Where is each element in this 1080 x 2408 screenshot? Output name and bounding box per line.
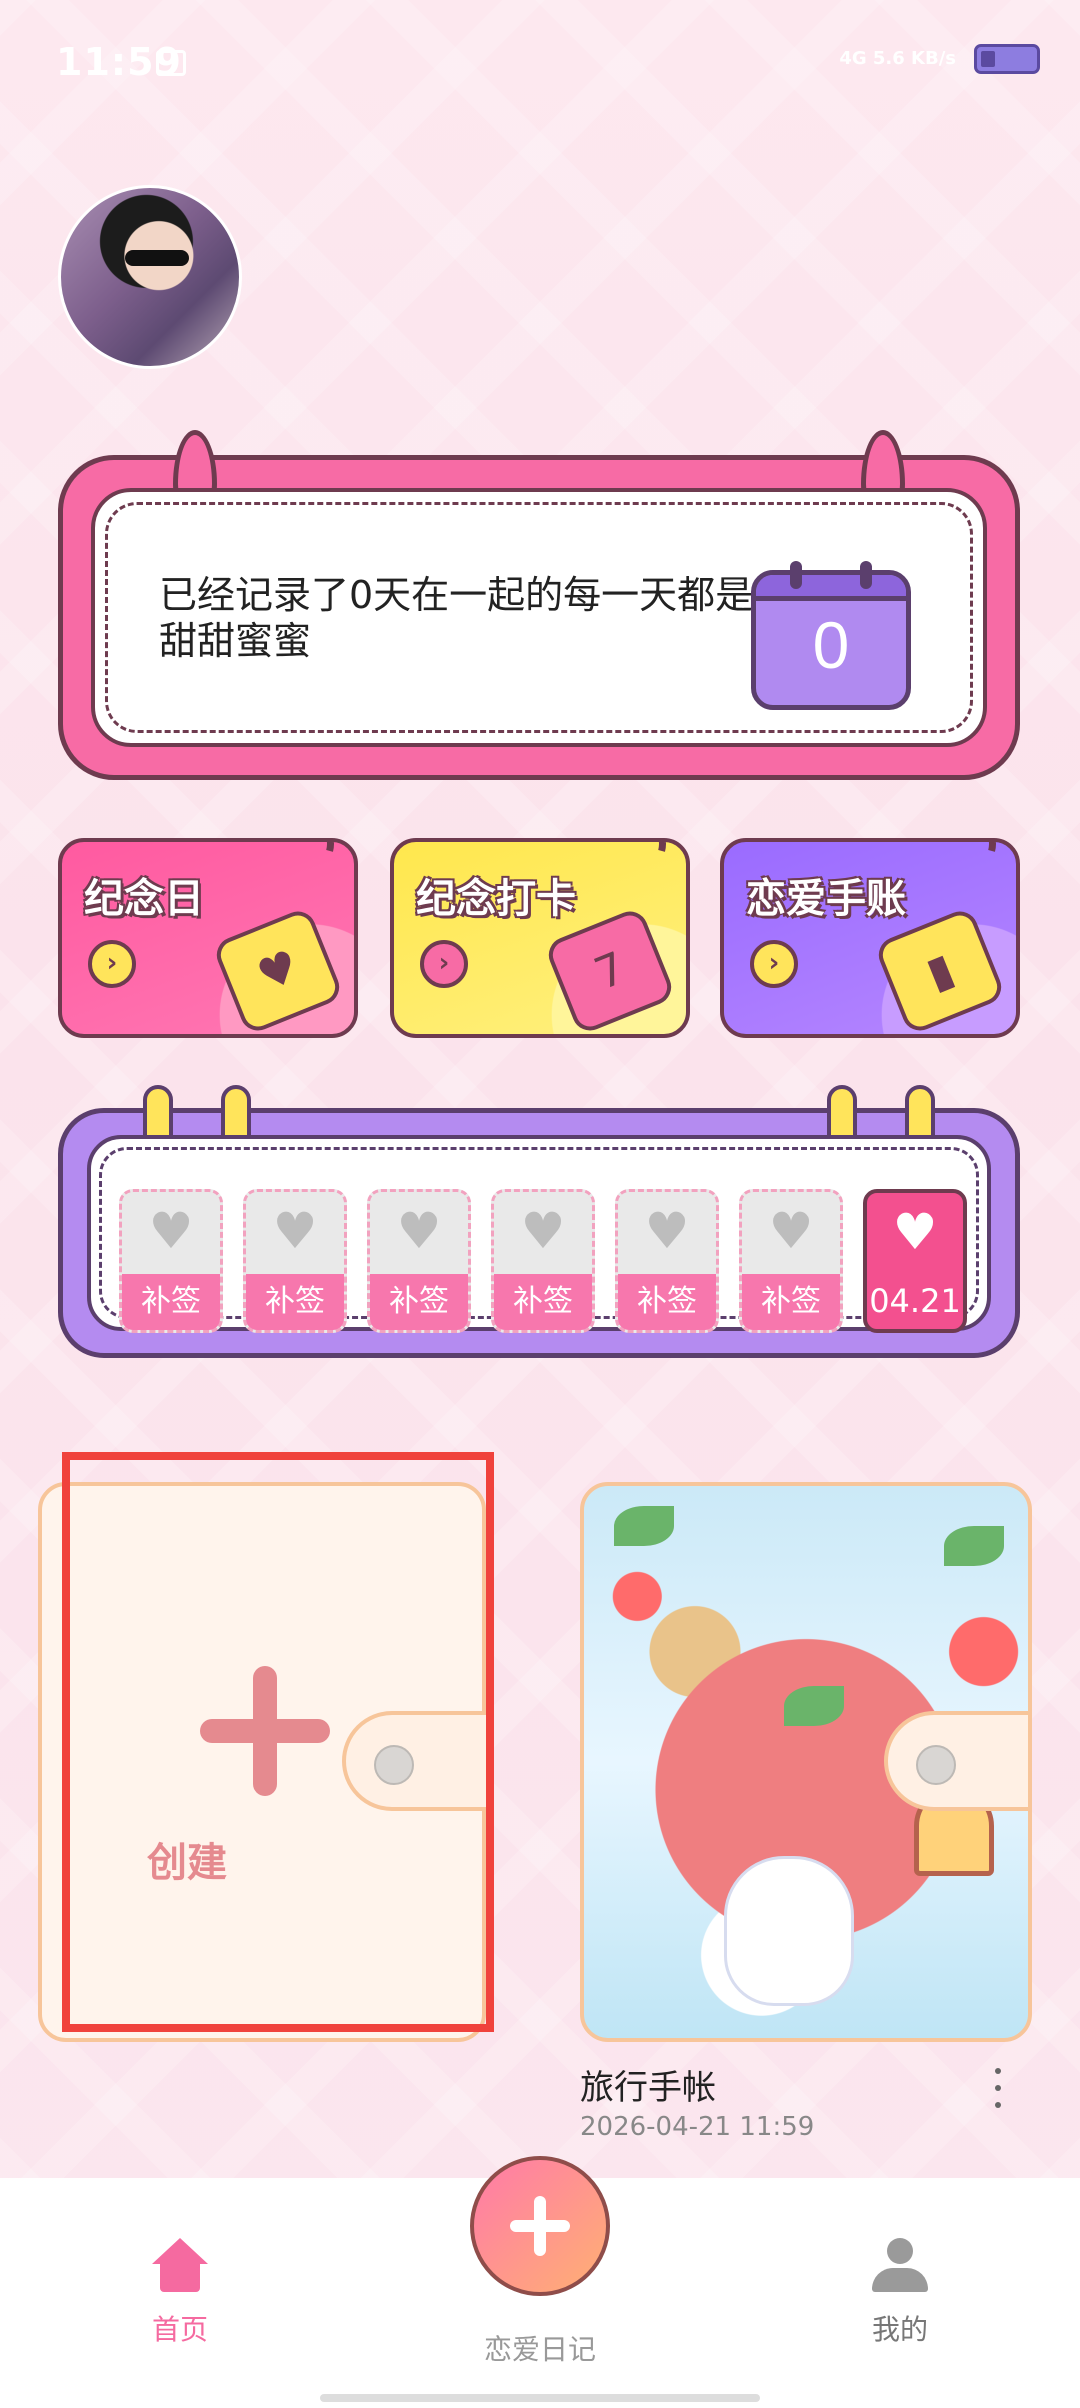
add-diary-button[interactable] <box>470 2156 610 2296</box>
create-notebook-button[interactable]: 创建 <box>38 1482 492 2042</box>
network-speed: 4G 5.6 KB/s <box>839 48 956 69</box>
status-bar: 11:59 4G 5.6 KB/s <box>0 0 1080 120</box>
notebook-date: 2026-04-21 11:59 <box>580 2112 815 2142</box>
heart-icon: ♥ <box>396 1202 442 1260</box>
makeup-label: 补签 <box>742 1274 840 1330</box>
makeup-label: 补签 <box>246 1274 344 1330</box>
leaf-decoration <box>614 1506 674 1546</box>
makeup-label: 补签 <box>122 1274 220 1330</box>
leaf-decoration <box>944 1526 1004 1566</box>
today-date: 04.21 <box>869 1282 961 1320</box>
avatar-glasses <box>125 250 189 266</box>
makeup-label: 补签 <box>618 1274 716 1330</box>
checkin-days: ♥ 补签 ♥ 补签 ♥ 补签 ♥ 补签 ♥ 补签 ♥ 补签 ♥ 04.21 <box>119 1189 967 1333</box>
nav-home-label: 首页 <box>151 2313 208 2346</box>
clasp-button <box>916 1745 956 1785</box>
nav-diary-label: 恋爱日记 <box>483 2333 596 2366</box>
calendar-7-icon: 7 <box>543 906 677 1034</box>
nav-me-label: 我的 <box>871 2313 928 2346</box>
makeup-checkin-button[interactable]: ♥ 补签 <box>119 1189 223 1333</box>
calendar-header <box>756 575 906 601</box>
chevron-right-icon: › <box>420 940 468 988</box>
more-options-icon[interactable] <box>988 2068 1008 2108</box>
makeup-label: 补签 <box>370 1274 468 1330</box>
avatar[interactable] <box>58 185 242 369</box>
love-journal-tile[interactable]: 恋爱手账 › ▮ <box>720 838 1020 1038</box>
home-indicator <box>320 2394 760 2402</box>
notebook-clasp <box>342 1711 492 1811</box>
notebook-glyph: ▮ <box>919 943 961 1000</box>
chevron-right-icon: › <box>88 940 136 988</box>
tile-hook <box>263 842 345 885</box>
heart-icon: ♥ <box>644 1202 690 1260</box>
heart-glyph: ♥ <box>250 940 307 1003</box>
home-icon <box>152 2238 208 2294</box>
days-together-card[interactable]: 已经记录了0天在一起的每一天都是甜甜蜜蜜 0 <box>58 430 1020 780</box>
checkin-title: 纪念打卡 <box>416 876 576 922</box>
anniversary-tile[interactable]: 纪念日 › ♥ <box>58 838 358 1038</box>
nav-diary[interactable]: 恋爱日记 <box>440 2328 640 2368</box>
heart-icon: ♥ <box>272 1202 318 1260</box>
heart-icon: ♥ <box>768 1202 814 1260</box>
calendar-glyph: 7 <box>587 942 633 1001</box>
heart-icon: ♥ <box>520 1202 566 1260</box>
heart-calendar-icon: ♥ <box>211 906 345 1034</box>
makeup-checkin-button[interactable]: ♥ 补签 <box>243 1189 347 1333</box>
makeup-checkin-button[interactable]: ♥ 补签 <box>615 1189 719 1333</box>
chevron-right-icon: › <box>750 940 798 988</box>
sim-icon <box>156 50 186 76</box>
heart-icon: ♥ <box>148 1202 194 1260</box>
makeup-label: 补签 <box>494 1274 592 1330</box>
battery-icon <box>974 44 1040 74</box>
makeup-checkin-button[interactable]: ♥ 补签 <box>367 1189 471 1333</box>
calendar-ring <box>790 561 802 589</box>
days-together-inner: 已经记录了0天在一起的每一天都是甜甜蜜蜜 0 <box>91 488 987 747</box>
today-checkin-button[interactable]: ♥ 04.21 <box>863 1189 967 1333</box>
checkin-strip: ♥ 补签 ♥ 补签 ♥ 补签 ♥ 补签 ♥ 补签 ♥ 补签 ♥ 04.21 <box>58 1085 1020 1358</box>
notebook-cover-travel[interactable] <box>580 1482 1032 2042</box>
notebook-clasp <box>884 1711 1028 1811</box>
person-icon <box>872 2238 928 2294</box>
nav-home[interactable]: 首页 <box>80 2238 280 2348</box>
notebook-title[interactable]: 旅行手帐 <box>580 2060 716 2109</box>
calendar-icon: 0 <box>751 561 911 710</box>
status-right: 4G 5.6 KB/s <box>839 44 1040 74</box>
journal-title: 恋爱手账 <box>746 876 906 922</box>
nav-me[interactable]: 我的 <box>800 2238 1000 2348</box>
makeup-checkin-button[interactable]: ♥ 补签 <box>739 1189 843 1333</box>
heart-icon: ♥ <box>892 1203 938 1261</box>
anniversary-title: 纪念日 <box>84 876 204 922</box>
tile-hook <box>925 842 1007 885</box>
bunny-illustration <box>724 1856 854 2006</box>
notebook-icon: ▮ <box>873 906 1007 1034</box>
tile-hook <box>595 842 677 885</box>
plus-icon <box>200 1666 330 1796</box>
create-label: 创建 <box>147 1840 227 1886</box>
days-count: 0 <box>812 608 850 682</box>
calendar-ring <box>860 561 872 589</box>
anniversary-checkin-tile[interactable]: 纪念打卡 › 7 <box>390 838 690 1038</box>
leaf-decoration <box>784 1686 844 1726</box>
days-together-text: 已经记录了0天在一起的每一天都是甜甜蜜蜜 <box>159 573 754 663</box>
makeup-checkin-button[interactable]: ♥ 补签 <box>491 1189 595 1333</box>
clasp-button <box>374 1745 414 1785</box>
